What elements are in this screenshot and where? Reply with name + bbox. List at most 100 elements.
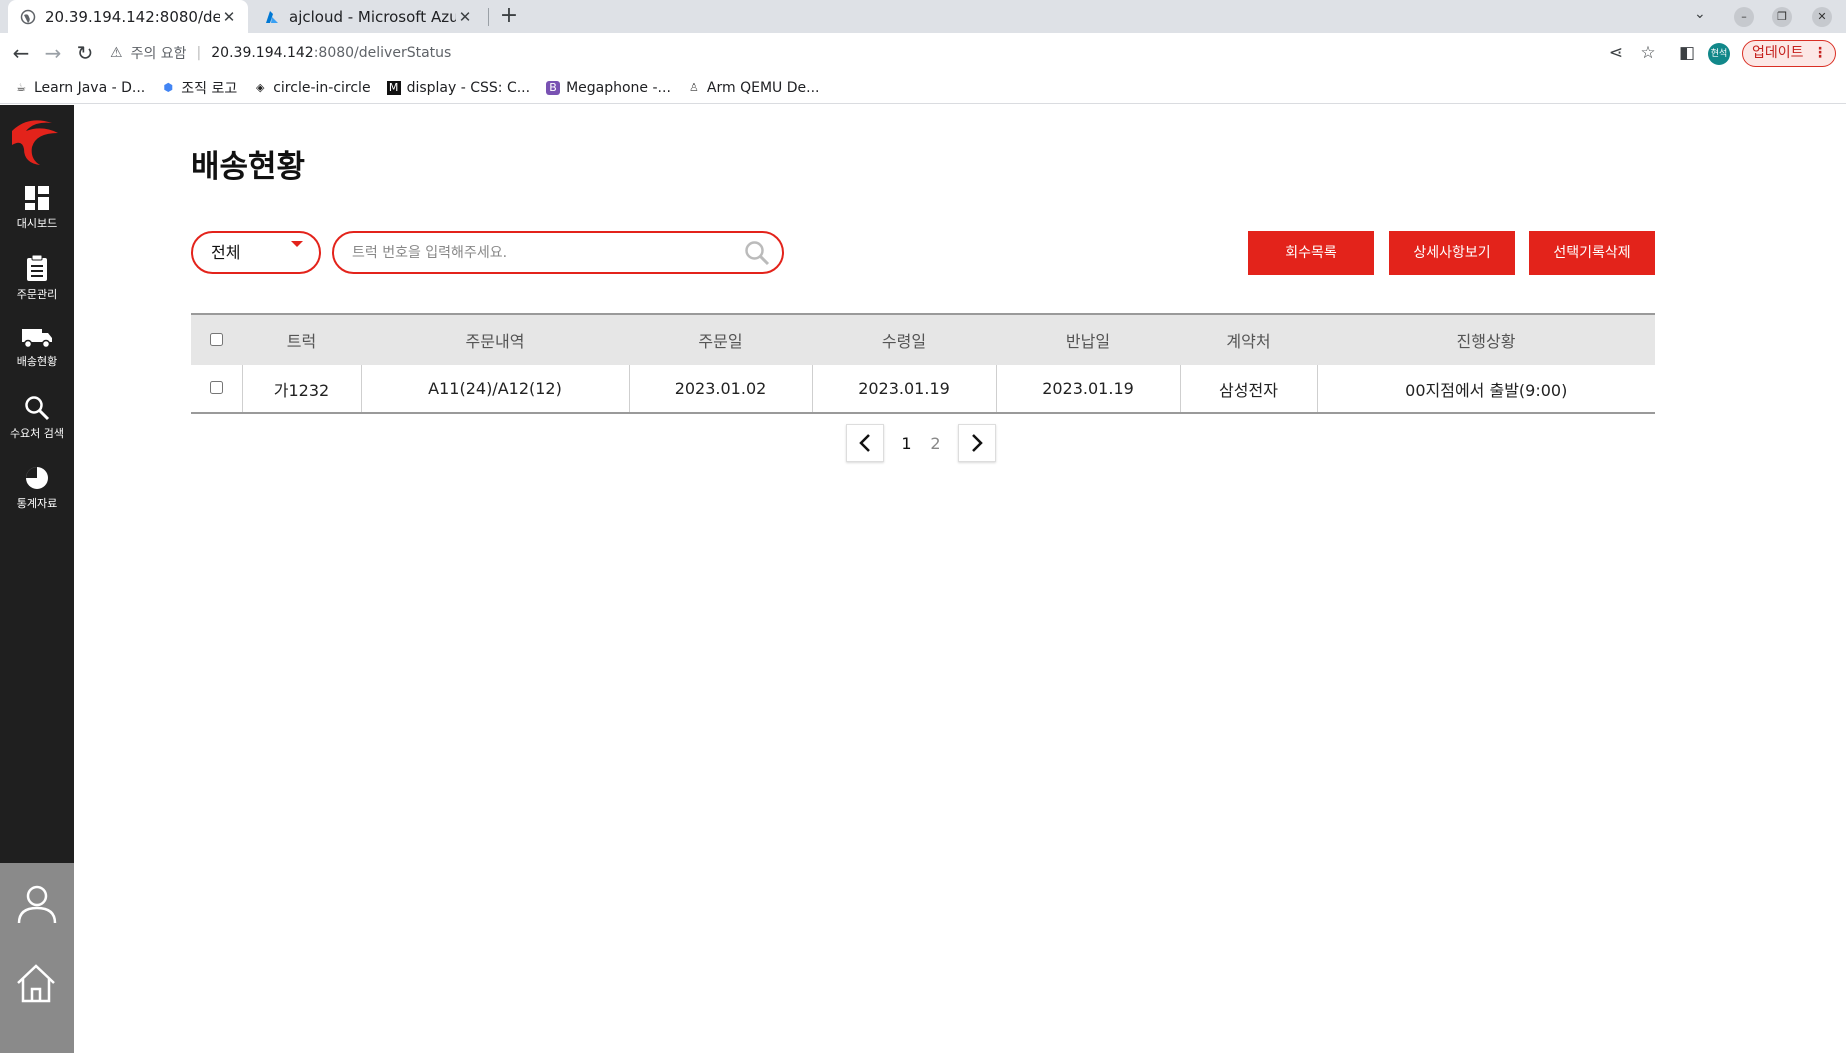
bookmark-item[interactable]: ♙ Arm QEMU De... [687,80,820,96]
browser-tab-active[interactable]: 20.39.194.142:8080/delive ✕ [8,0,248,33]
tab-search-chevron-icon[interactable]: ⌄ [1694,6,1706,22]
page-number-current[interactable]: 1 [892,434,921,453]
pagination: 1 2 [846,424,996,462]
table-header-row: 트럭 주문내역 주문일 수령일 반납일 계약처 진행상황 [191,314,1655,365]
dropdown-caret-icon [291,241,303,247]
bootstrap-icon: B [546,81,561,95]
column-header-receive-date[interactable]: 수령일 [812,314,996,365]
bookmark-item[interactable]: B Megaphone -... [546,80,671,96]
recall-list-button[interactable]: 회수목록 [1248,231,1374,275]
home-icon[interactable] [14,961,58,1005]
tab-title: ajcloud - Microsoft Azure [289,7,456,26]
column-header-progress[interactable]: 진행상황 [1317,314,1655,365]
column-header-return-date[interactable]: 반납일 [996,314,1180,365]
minimize-icon[interactable]: – [1734,7,1754,27]
java-icon: ☕ [16,81,26,94]
star-icon[interactable]: ☆ [1637,42,1659,64]
sidebar-item-label: 대시보드 [16,217,58,230]
back-icon[interactable]: ← [8,40,34,66]
bookmark-item[interactable]: ◈ circle-in-circle [253,80,371,96]
cell-truck: 가1232 [241,365,362,413]
select-all-checkbox[interactable] [210,332,223,346]
update-label: 업데이트 [1752,45,1804,61]
update-button[interactable]: 업데이트 ⋮ [1742,40,1836,67]
sidebar-bottom [0,863,74,1053]
cell-progress: 00지점에서 출발(9:00) [1316,365,1655,413]
bookmark-item[interactable]: ☕ Learn Java - D... [14,80,145,96]
next-page-button[interactable] [958,424,996,462]
column-header-truck[interactable]: 트럭 [242,314,361,365]
app-sidebar: 대시보드 주문관리 배송현황 수요처 검색 통계자료 [0,105,74,1053]
filter-selected-value: 전체 [211,243,241,262]
tab-separator [488,8,489,26]
linux-icon: ♙ [688,81,699,94]
sidebar-item-customer-search[interactable]: 수요처 검색 [0,395,74,457]
delete-selected-button[interactable]: 선택기록삭제 [1529,231,1655,275]
table-row[interactable]: 가1232 A11(24)/A12(12) 2023.01.02 2023.01… [191,365,1655,413]
status-filter-select[interactable]: 전체 [191,231,321,274]
bookmark-label: Megaphone -... [566,80,671,96]
reload-icon[interactable]: ↻ [72,40,98,66]
dashboard-icon [25,186,49,210]
select-all-cell [191,314,242,365]
cell-order-items: A11(24)/A12(12) [360,365,630,413]
restore-icon[interactable]: ❐ [1772,7,1792,27]
column-header-client[interactable]: 계약처 [1180,314,1317,365]
org-icon: ⬢ [163,81,174,94]
truck-search-box [332,231,784,274]
bookmark-label: Learn Java - D... [34,80,146,96]
new-tab-button[interactable]: + [496,3,522,29]
brand-logo[interactable] [6,111,66,169]
browser-tabstrip: 20.39.194.142:8080/delive ✕ ajcloud - Mi… [0,0,1846,33]
page-number[interactable]: 2 [921,434,950,453]
sidebar-item-label: 통계자료 [16,497,58,510]
more-menu-icon: ⋮ [1813,45,1827,61]
address-bar[interactable]: ⚠ 주의 요함 | 20.39.194.142:8080/deliverStat… [110,38,1680,68]
truck-search-input[interactable] [352,241,732,265]
share-icon[interactable]: ⋖ [1605,42,1627,64]
forward-icon[interactable]: → [40,40,66,66]
sidebar-item-dashboard[interactable]: 대시보드 [0,185,74,247]
bookmark-item[interactable]: Mdisplay - CSS: C... [386,80,530,96]
view-details-button[interactable]: 상세사항보기 [1389,231,1515,275]
row-checkbox[interactable] [209,381,223,394]
divider: | [196,45,202,61]
azure-icon [266,10,278,23]
browser-toolbar: ← → ↻ ⚠ 주의 요함 | 20.39.194.142:8080/deliv… [0,33,1846,73]
sidebar-item-label: 배송현황 [16,355,58,368]
globe-icon [20,9,36,24]
column-header-order-items[interactable]: 주문내역 [361,314,629,365]
search-icon[interactable] [744,240,770,266]
sidebar-item-delivery[interactable]: 배송현황 [0,327,74,389]
warning-icon[interactable]: ⚠ [110,45,123,61]
bookmark-item[interactable]: ⬢ 조직 로고 [161,78,237,98]
row-select-cell [191,365,243,413]
tab-title: 20.39.194.142:8080/delive [45,7,220,26]
cell-receive-date: 2023.01.19 [811,365,997,413]
chevron-left-icon [859,434,870,452]
main-content: 배송현황 전체 회수목록 상세사항보기 선택기록삭제 트럭 주문내역 주문일 수… [74,105,1846,1053]
chevron-right-icon [972,434,983,452]
user-icon[interactable] [16,883,58,925]
side-panel-icon[interactable]: ◧ [1676,42,1698,64]
sidebar-item-orders[interactable]: 주문관리 [0,254,74,316]
close-tab-icon[interactable]: ✕ [220,8,238,26]
url-path: :8080/deliverStatus [313,45,452,61]
search-icon [25,396,50,421]
mdn-icon: M [386,81,401,95]
column-header-order-date[interactable]: 주문일 [629,314,812,365]
pie-chart-icon [26,467,48,489]
cell-order-date: 2023.01.02 [628,365,813,413]
browser-tab[interactable]: ajcloud - Microsoft Azure ✕ [252,0,484,33]
prev-page-button[interactable] [846,424,884,462]
profile-avatar[interactable]: 현석 [1708,43,1730,65]
clipboard-icon [27,254,47,281]
sidebar-item-statistics[interactable]: 통계자료 [0,465,74,527]
security-label[interactable]: 주의 요함 [131,43,187,63]
bookmarks-bar: ☕ Learn Java - D... ⬢ 조직 로고 ◈ circle-in-cir… [0,73,1846,104]
url-host: 20.39.194.142 [211,45,314,61]
sidebar-item-label: 주문관리 [16,288,58,301]
bookmark-label: circle-in-circle [273,80,371,96]
close-tab-icon[interactable]: ✕ [456,8,474,26]
window-close-icon[interactable]: ✕ [1812,7,1832,27]
